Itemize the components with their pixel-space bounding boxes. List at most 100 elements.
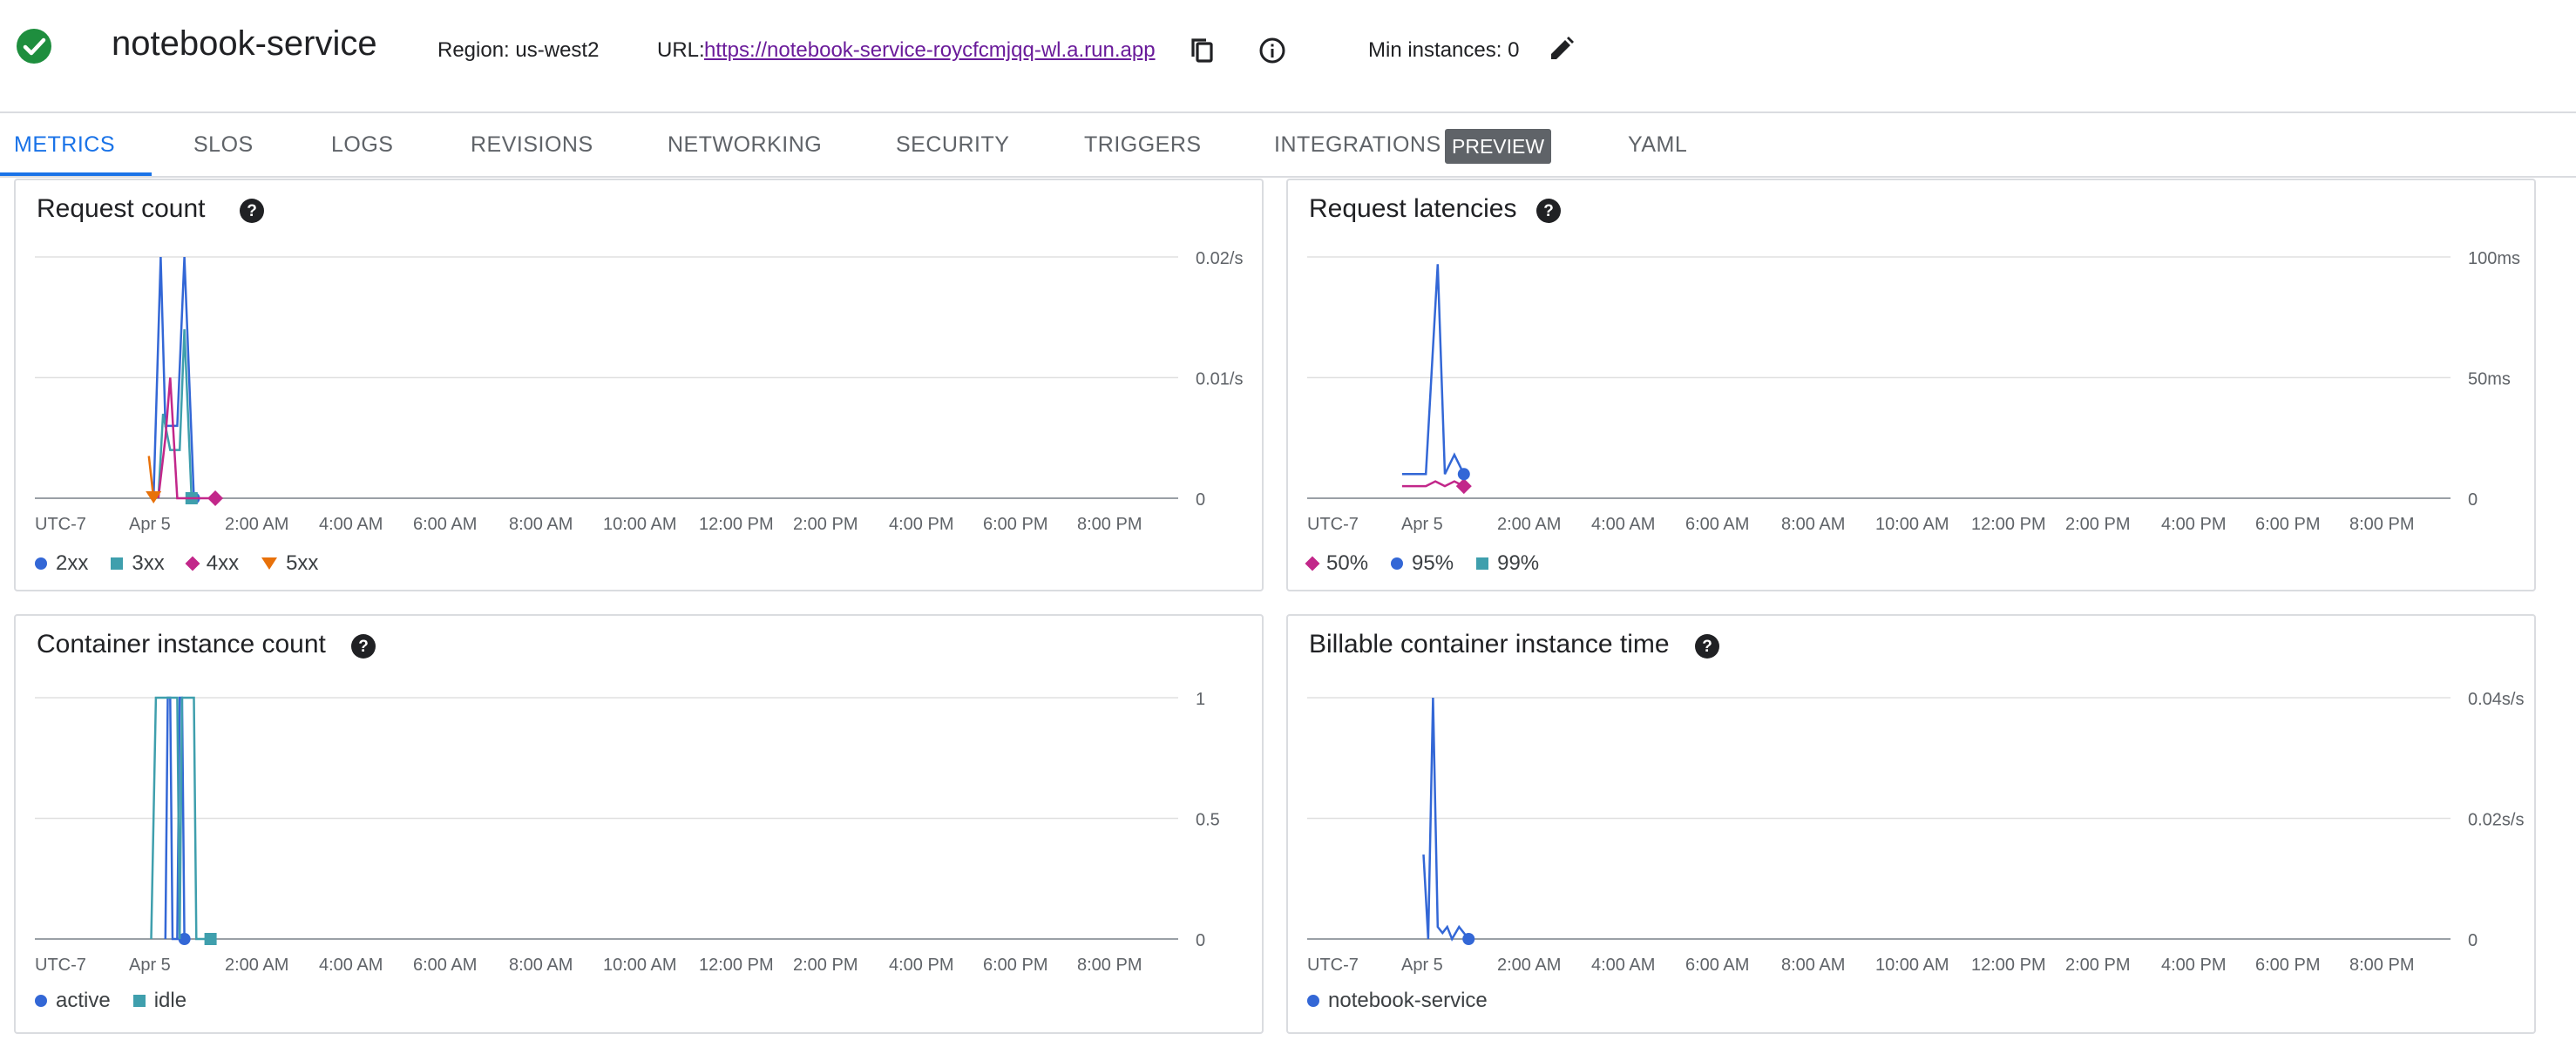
- diamond-marker-icon: [1305, 556, 1320, 571]
- x-tick-label: 2:00 AM: [1497, 956, 1561, 975]
- y-tick-label: 1: [1196, 690, 1205, 709]
- x-tick-label: UTC-7: [35, 956, 86, 975]
- x-tick-label: 4:00 AM: [1591, 515, 1655, 534]
- x-tick-label: 8:00 AM: [1781, 515, 1845, 534]
- tab-yaml[interactable]: YAML: [1628, 132, 1687, 158]
- request-latencies-card: Request latencies ? 100ms 50ms 0 UTC-7 Apr 5…: [1286, 179, 2536, 591]
- y-tick-label: 0: [2468, 490, 2478, 510]
- x-tick-label: 12:00 PM: [699, 515, 774, 534]
- circle-marker-icon: [35, 995, 47, 1007]
- tab-security[interactable]: SECURITY: [896, 132, 1009, 158]
- x-tick-label: 6:00 PM: [2255, 956, 2320, 975]
- tab-logs[interactable]: LOGS: [331, 132, 393, 158]
- pencil-icon: [1551, 37, 1574, 59]
- x-tick-label: 4:00 AM: [319, 956, 383, 975]
- tab-slos[interactable]: SLOS: [193, 132, 254, 158]
- legend-item-3xx[interactable]: 3xx: [111, 551, 165, 576]
- info-icon: [1259, 37, 1285, 64]
- legend-item-notebook-service[interactable]: notebook-service: [1307, 989, 1488, 1013]
- tab-triggers[interactable]: TRIGGERS: [1084, 132, 1202, 158]
- triangle-marker-icon: [261, 557, 278, 570]
- y-tick-label: 0: [1196, 931, 1205, 950]
- chart-legend: 50% 95% 99%: [1305, 551, 1539, 576]
- y-tick-label: 0.5: [1196, 811, 1220, 830]
- preview-badge[interactable]: PREVIEW: [1445, 129, 1552, 164]
- x-tick-label: 12:00 PM: [1971, 956, 2046, 975]
- x-tick-label: 6:00 PM: [2255, 515, 2320, 534]
- request-latencies-chart[interactable]: 100ms 50ms 0 UTC-7 Apr 5 2:00 AM 4:00 AM 6:00 A…: [1288, 180, 2538, 593]
- y-tick-label: 100ms: [2468, 249, 2520, 268]
- x-tick-label: Apr 5: [129, 515, 171, 534]
- x-tick-label: 10:00 AM: [1875, 515, 1949, 534]
- x-tick-label: Apr 5: [1401, 956, 1443, 975]
- tab-networking[interactable]: NETWORKING: [668, 132, 822, 158]
- legend-item-p99[interactable]: 99%: [1476, 551, 1539, 576]
- edit-min-instances-button[interactable]: [1544, 31, 1579, 66]
- x-tick-label: 8:00 PM: [1077, 515, 1142, 534]
- copy-url-button[interactable]: [1185, 33, 1220, 68]
- tab-bar: METRICS SLOS LOGS REVISIONS NETWORKING S…: [0, 113, 2576, 178]
- x-tick-label: 6:00 PM: [983, 956, 1047, 975]
- y-tick-label: 0: [2468, 931, 2478, 950]
- x-tick-label: 2:00 PM: [2065, 515, 2130, 534]
- request-count-card: Request count ? 0.02/s 0.01/s 0 UTC-7 Apr 52…: [14, 179, 1264, 591]
- x-tick-label: 4:00 PM: [889, 956, 953, 975]
- x-tick-label: 8:00 AM: [509, 515, 573, 534]
- copy-icon: [1191, 38, 1213, 63]
- x-tick-label: 2:00 AM: [225, 956, 288, 975]
- legend-item-p95[interactable]: 95%: [1391, 551, 1454, 576]
- billable-instance-time-card: Billable container instance time ? 0.04s…: [1286, 614, 2536, 1034]
- legend-item-4xx[interactable]: 4xx: [185, 551, 239, 576]
- x-tick-label: 6:00 AM: [1685, 515, 1749, 534]
- legend-item-5xx[interactable]: 5xx: [261, 551, 318, 576]
- series-line[interactable]: [1401, 264, 1465, 476]
- container-instance-count-chart[interactable]: 1 0.5 0 UTC-7 Apr 5 2:00 AM 4:00 AM 6:00 AM 8:00…: [16, 616, 1265, 1036]
- tab-metrics[interactable]: METRICS: [14, 132, 115, 158]
- billable-instance-time-chart[interactable]: 0.04s/s 0.02s/s 0 UTC-7 Apr 5 2:00 AM 4:00 AM 6…: [1288, 616, 2538, 1036]
- y-tick-label: 0.04s/s: [2468, 690, 2524, 709]
- chart-legend: notebook-service: [1307, 989, 1488, 1013]
- container-instance-count-card: Container instance count ? 1 0.5 0 UTC-7 Apr…: [14, 614, 1264, 1034]
- request-count-chart[interactable]: 0.02/s 0.01/s 0 UTC-7 Apr 5 2:00 AM 4:00 AM 6:0…: [16, 180, 1265, 593]
- x-tick-label: 2:00 PM: [793, 515, 858, 534]
- x-tick-label: 8:00 AM: [509, 956, 573, 975]
- tab-revisions[interactable]: REVISIONS: [471, 132, 593, 158]
- service-header: notebook-service Region: us-west2 URL: h…: [0, 0, 2576, 113]
- x-tick-label: 4:00 AM: [319, 515, 383, 534]
- legend-item-2xx[interactable]: 2xx: [35, 551, 88, 576]
- y-tick-label: 0.02s/s: [2468, 811, 2524, 830]
- service-name: notebook-service: [112, 24, 377, 63]
- x-tick-label: 10:00 AM: [603, 956, 677, 975]
- square-marker-icon: [132, 995, 146, 1007]
- square-marker-icon: [1476, 557, 1489, 570]
- x-tick-label: 4:00 PM: [2161, 956, 2226, 975]
- diamond-marker-icon: [185, 556, 200, 571]
- series-end-marker: [207, 490, 224, 506]
- circle-marker-icon: [1391, 557, 1404, 570]
- x-tick-label: 6:00 AM: [1685, 956, 1749, 975]
- info-button[interactable]: [1255, 33, 1290, 68]
- x-tick-label: 6:00 AM: [413, 515, 477, 534]
- tab-integrations[interactable]: INTEGRATIONS: [1274, 132, 1441, 158]
- y-tick-label: 0.02/s: [1196, 249, 1243, 268]
- min-instances-label: Min instances: 0: [1368, 38, 1520, 62]
- x-tick-label: 10:00 AM: [603, 515, 677, 534]
- x-tick-label: 6:00 AM: [413, 956, 477, 975]
- legend-item-idle[interactable]: idle: [132, 989, 186, 1013]
- series-end-marker: [1455, 478, 1472, 495]
- region-label: Region: us-west2: [437, 38, 600, 62]
- check-circle-icon: [17, 29, 51, 64]
- x-tick-label: 8:00 PM: [2349, 956, 2414, 975]
- legend-item-p50[interactable]: 50%: [1305, 551, 1368, 576]
- x-tick-label: 4:00 AM: [1591, 956, 1655, 975]
- active-tab-indicator: [0, 172, 152, 176]
- y-tick-label: 50ms: [2468, 370, 2511, 389]
- legend-item-active[interactable]: active: [35, 989, 111, 1013]
- series-line[interactable]: [1401, 480, 1465, 488]
- url-label: URL:: [657, 38, 705, 62]
- series-end-marker: [204, 933, 217, 945]
- x-tick-label: 8:00 AM: [1781, 956, 1845, 975]
- x-tick-label: 10:00 AM: [1875, 956, 1949, 975]
- service-url-link[interactable]: https://notebook-service-roycfcmjqq-wl.a…: [704, 38, 1156, 63]
- x-tick-label: 6:00 PM: [983, 515, 1047, 534]
